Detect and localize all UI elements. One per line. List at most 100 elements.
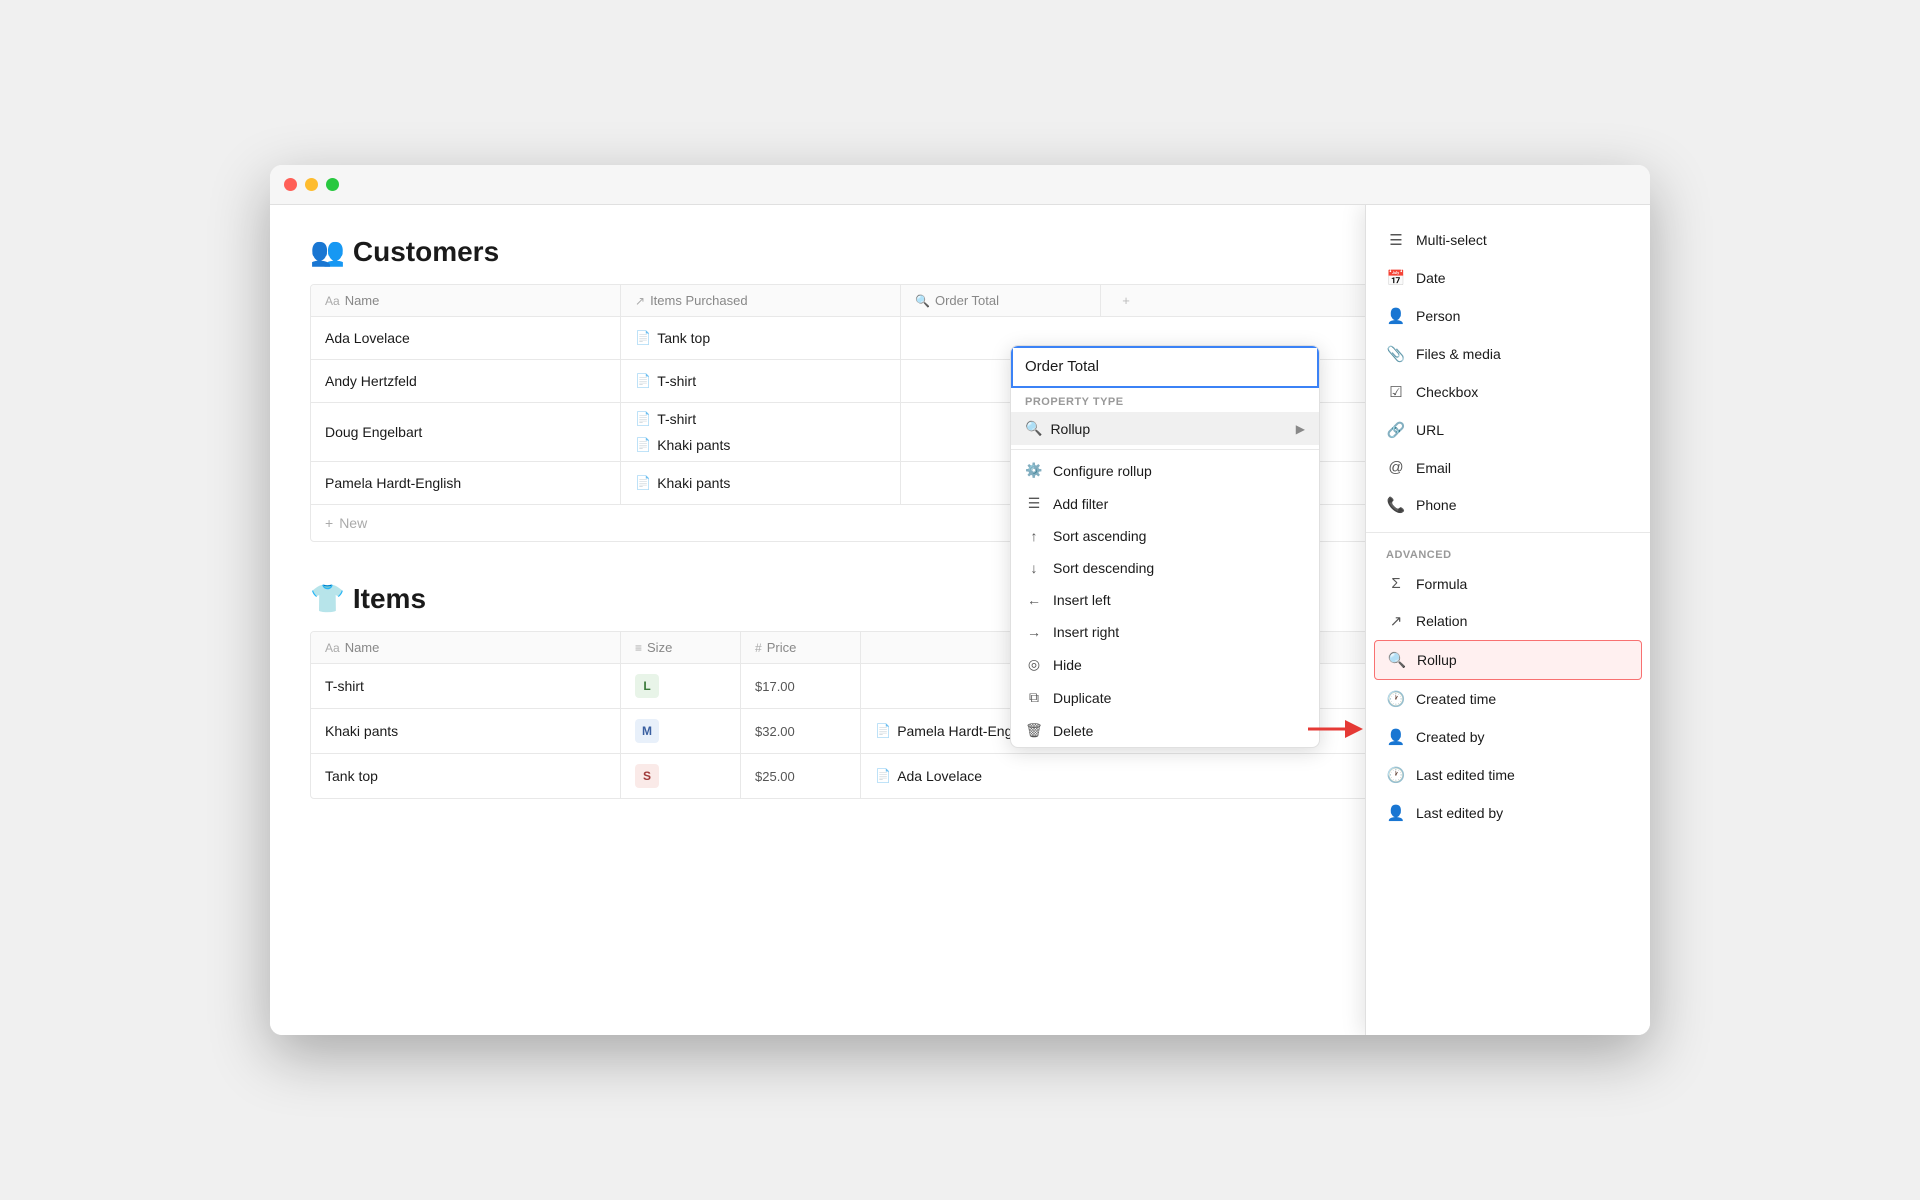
configure-rollup-label: Configure rollup [1053,463,1152,479]
plus-icon: + [325,515,333,531]
insert-left-icon: ← [1025,592,1043,608]
last-edited-time-label: Last edited time [1416,767,1515,783]
item-name-0[interactable]: T-shirt [311,664,621,708]
chevron-right-icon: ▶ [1296,422,1305,436]
sort-ascending-item[interactable]: ↑ Sort ascending [1011,520,1319,552]
item-size-0[interactable]: L [621,664,741,708]
phone-label: Phone [1416,497,1456,513]
sort-ascending-label: Sort ascending [1053,528,1146,544]
duplicate-label: Duplicate [1053,690,1111,706]
property-type-selector[interactable]: 🔍 Rollup ▶ [1011,412,1319,445]
customers-col-items[interactable]: ↗ Items Purchased [621,285,901,316]
main-content: ··· 👥 Customers Aa Name ↗ Items Purchase… [270,205,1650,1035]
type-url[interactable]: 🔗 URL [1366,411,1650,449]
rollup-label: Rollup [1417,652,1457,668]
type-files-media[interactable]: 📎 Files & media [1366,335,1650,373]
configure-rollup-item[interactable]: ⚙️ Configure rollup [1011,454,1319,487]
email-label: Email [1416,460,1451,476]
customer-name-0[interactable]: Ada Lovelace [311,317,621,359]
delete-icon: 🗑 [1025,722,1043,739]
sort-descending-label: Sort descending [1053,560,1154,576]
type-date[interactable]: 📅 Date [1366,259,1650,297]
type-rollup[interactable]: 🔍 Rollup [1374,640,1642,680]
type-picker-panel: ☰ Multi-select 📅 Date 👤 Person 📎 Files &… [1365,205,1650,1035]
created-time-icon: 🕐 [1386,690,1406,708]
insert-left-label: Insert left [1053,592,1111,608]
type-divider [1366,532,1650,533]
main-window: ··· 👥 Customers Aa Name ↗ Items Purchase… [270,165,1650,1035]
item-size-1[interactable]: M [621,709,741,753]
customer-name-3[interactable]: Pamela Hardt-English [311,462,621,504]
type-multi-select[interactable]: ☰ Multi-select [1366,221,1650,259]
configure-icon: ⚙️ [1025,462,1043,479]
type-formula[interactable]: Σ Formula [1366,565,1650,602]
relation-icon: ↗ [1386,612,1406,630]
customer-items-0[interactable]: 📄 Tank top [621,317,901,359]
rollup-type-icon: 🔍 [1025,420,1042,437]
type-checkbox[interactable]: ☑ Checkbox [1366,373,1650,411]
maximize-button[interactable] [326,178,339,191]
add-filter-label: Add filter [1053,496,1108,512]
add-column-button[interactable]: + [1101,285,1151,316]
type-created-time[interactable]: 🕐 Created time [1366,680,1650,718]
insert-left-item[interactable]: ← Insert left [1011,584,1319,616]
formula-label: Formula [1416,576,1467,592]
customer-items-3[interactable]: 📄 Khaki pants [621,462,901,504]
advanced-label: ADVANCED [1366,541,1650,565]
items-title: Items [353,583,426,615]
property-name-input[interactable] [1011,346,1319,388]
files-media-icon: 📎 [1386,345,1406,363]
customer-name-2[interactable]: Doug Engelbart [311,403,621,461]
customer-name-1[interactable]: Andy Hertzfeld [311,360,621,402]
property-type-value: Rollup [1050,421,1090,437]
multi-select-label: Multi-select [1416,232,1487,248]
arrow-svg [1308,715,1368,743]
duplicate-item[interactable]: ⧉ Duplicate [1011,681,1319,714]
item-price-0[interactable]: $17.00 [741,664,861,708]
person-label: Person [1416,308,1460,324]
item-size-2[interactable]: S [621,754,741,798]
add-filter-item[interactable]: ☰ Add filter [1011,487,1319,520]
type-last-edited-by[interactable]: 👤 Last edited by [1366,794,1650,832]
filter-icon: ☰ [1025,495,1043,512]
customers-col-order[interactable]: 🔍 Order Total [901,285,1101,316]
sort-asc-icon: ↑ [1025,528,1043,544]
close-button[interactable] [284,178,297,191]
item-name-2[interactable]: Tank top [311,754,621,798]
property-type-label: PROPERTY TYPE [1011,388,1319,412]
person-icon: 👤 [1386,307,1406,325]
type-phone[interactable]: 📞 Phone [1366,486,1650,524]
url-label: URL [1416,422,1444,438]
customer-items-1[interactable]: 📄 T-shirt [621,360,901,402]
rollup-arrow-pointer [1308,715,1368,743]
delete-item[interactable]: 🗑 Delete [1011,714,1319,747]
property-panel: PROPERTY TYPE 🔍 Rollup ▶ ⚙️ Configure ro… [1010,345,1320,748]
type-email[interactable]: @ Email [1366,449,1650,486]
minimize-button[interactable] [305,178,318,191]
items-col-size: ≡ Size [621,632,741,663]
item-name-1[interactable]: Khaki pants [311,709,621,753]
type-relation[interactable]: ↗ Relation [1366,602,1650,640]
hide-label: Hide [1053,657,1082,673]
sort-descending-item[interactable]: ↓ Sort descending [1011,552,1319,584]
items-emoji: 👕 [310,582,345,615]
rollup-icon: 🔍 [1387,651,1407,669]
hide-icon: ◎ [1025,656,1043,673]
type-person[interactable]: 👤 Person [1366,297,1650,335]
insert-right-item[interactable]: → Insert right [1011,616,1319,648]
created-by-icon: 👤 [1386,728,1406,746]
date-label: Date [1416,270,1446,286]
item-price-1[interactable]: $32.00 [741,709,861,753]
type-created-by[interactable]: 👤 Created by [1366,718,1650,756]
delete-label: Delete [1053,723,1093,739]
duplicate-icon: ⧉ [1025,689,1043,706]
phone-icon: 📞 [1386,496,1406,514]
relation-label: Relation [1416,613,1467,629]
item-price-2[interactable]: $25.00 [741,754,861,798]
files-media-label: Files & media [1416,346,1501,362]
checkbox-label: Checkbox [1416,384,1478,400]
last-edited-by-label: Last edited by [1416,805,1503,821]
hide-item[interactable]: ◎ Hide [1011,648,1319,681]
customer-items-2[interactable]: 📄T-shirt 📄Khaki pants [621,403,901,461]
type-last-edited-time[interactable]: 🕐 Last edited time [1366,756,1650,794]
